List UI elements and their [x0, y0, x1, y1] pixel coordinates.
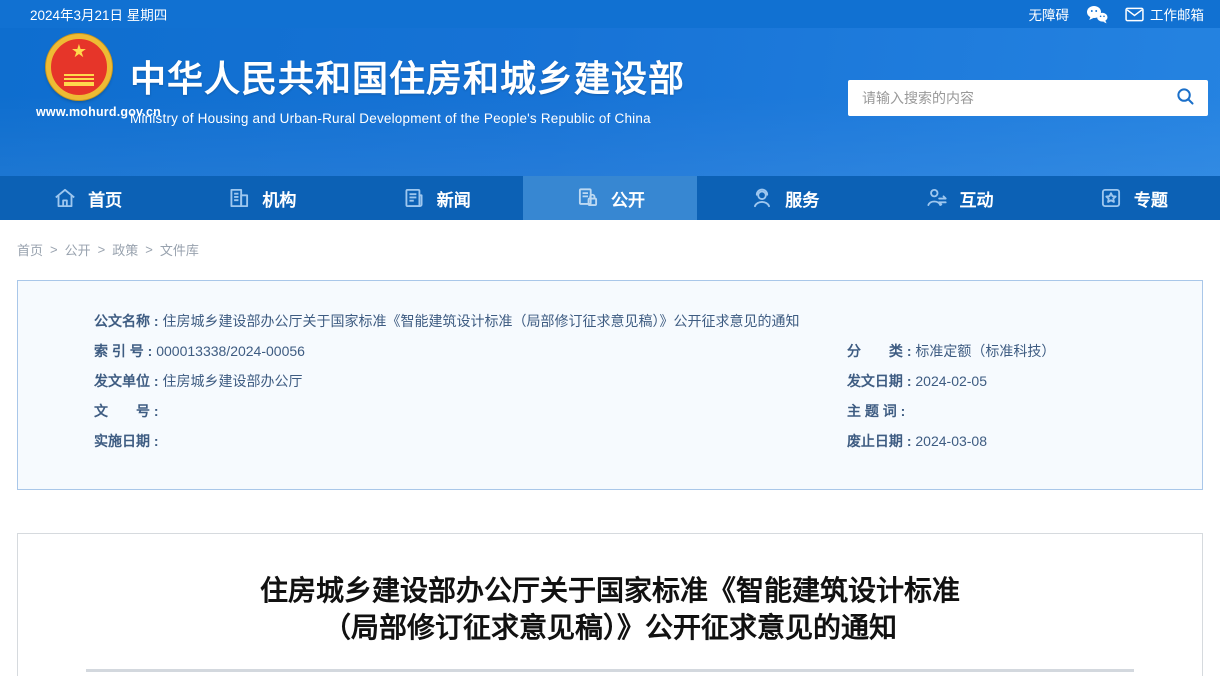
label-colon: :: [903, 343, 915, 359]
breadcrumb-separator: >: [50, 242, 58, 257]
topbar-links: 无障碍: [1029, 4, 1205, 24]
article-content-box: 住房城乡建设部办公厅关于国家标准《智能建筑设计标准 （局部修订征求意见稿）》公开…: [17, 533, 1203, 676]
nav-label: 服务: [785, 186, 819, 211]
implementation-date-label: 实施日期: [94, 433, 150, 449]
site-subtitle-en: Ministry of Housing and Urban-Rural Deve…: [130, 111, 685, 126]
title-divider: [86, 669, 1134, 672]
issue-date-label: 发文日期: [847, 373, 903, 389]
nav-item-services[interactable]: 服务: [697, 176, 871, 220]
breadcrumb-document-library: 文件库: [160, 240, 199, 259]
repeal-date-label: 废止日期: [847, 433, 903, 449]
repeal-date-row: 废止日期 : 2024-03-08: [847, 426, 1162, 456]
search-input[interactable]: [848, 80, 1162, 116]
envelope-icon: [1125, 7, 1144, 22]
doc-name-label: 公文名称: [94, 313, 150, 329]
label-colon: :: [903, 373, 915, 389]
issue-date-row: 发文日期 : 2024-02-05: [847, 366, 1162, 396]
breadcrumb-disclosure[interactable]: 公开: [65, 240, 91, 259]
label-colon: :: [150, 313, 162, 329]
issuing-unit-value: 住房城乡建设部办公厅: [162, 373, 302, 389]
repeal-date-value: 2024-03-08: [915, 433, 987, 449]
nav-item-news[interactable]: 新闻: [349, 176, 523, 220]
breadcrumb-policy[interactable]: 政策: [112, 240, 138, 259]
doc-name-value: 住房城乡建设部办公厅关于国家标准《智能建筑设计标准（局部修订征求意见稿）》公开征…: [162, 313, 799, 329]
index-number-label: 索 引 号: [94, 343, 144, 359]
nav-item-disclosure[interactable]: 公开: [523, 176, 697, 220]
label-colon: :: [903, 433, 915, 449]
implementation-date-row: 实施日期 :: [94, 426, 847, 456]
issuing-unit-row: 发文单位 : 住房城乡建设部办公厅: [94, 366, 847, 396]
work-mailbox-link[interactable]: 工作邮箱: [1125, 4, 1204, 24]
issue-date-value: 2024-02-05: [915, 373, 987, 389]
interaction-icon: [924, 185, 950, 211]
emblem-gate-icon: [64, 74, 94, 86]
nav-label: 机构: [262, 186, 296, 211]
site-banner: ★ www.mohurd.gov.cn 中华人民共和国住房和城乡建设部 Mini…: [0, 28, 1220, 176]
category-label: 分 类: [847, 343, 903, 359]
search-button[interactable]: [1162, 80, 1208, 116]
top-utility-bar: 2024年3月21日 星期四 无障碍: [0, 0, 1220, 28]
national-emblem-icon: ★: [46, 34, 112, 100]
nav-item-home[interactable]: 首页: [0, 176, 174, 220]
organization-icon: [226, 185, 252, 211]
news-icon: [401, 185, 427, 211]
doc-info-right-column: 分 类 : 标准定额（标准科技） 发文日期 : 2024-02-05 主 题 词…: [847, 336, 1162, 456]
wechat-link[interactable]: [1085, 4, 1109, 24]
label-colon: :: [150, 403, 162, 419]
document-number-label: 文 号: [94, 403, 150, 419]
nav-label: 专题: [1134, 186, 1168, 211]
nav-label: 公开: [611, 186, 645, 211]
issuing-unit-label: 发文单位: [94, 373, 150, 389]
index-number-value: 000013338/2024-00056: [156, 343, 305, 359]
main-nav: 首页 机构 新闻: [0, 176, 1220, 220]
disclosure-icon: [575, 185, 601, 211]
nav-label: 互动: [960, 186, 994, 211]
keywords-label: 主 题 词: [847, 403, 897, 419]
doc-name-row: 公文名称 : 住房城乡建设部办公厅关于国家标准《智能建筑设计标准（局部修订征求意…: [94, 306, 1162, 336]
wechat-icon: [1085, 4, 1109, 24]
category-value: 标准定额（标准科技）: [915, 343, 1055, 359]
breadcrumb-home[interactable]: 首页: [17, 240, 43, 259]
label-colon: :: [144, 343, 156, 359]
document-number-row: 文 号 :: [94, 396, 847, 426]
breadcrumb: 首页 > 公开 > 政策 > 文件库: [0, 220, 1220, 257]
services-icon: [749, 185, 775, 211]
search-box: [848, 80, 1208, 116]
accessibility-link[interactable]: 无障碍: [1029, 4, 1070, 24]
category-row: 分 类 : 标准定额（标准科技）: [847, 336, 1162, 366]
document-info-box: 公文名称 : 住房城乡建设部办公厅关于国家标准《智能建筑设计标准（局部修订征求意…: [17, 280, 1203, 490]
home-icon: [52, 185, 78, 211]
nav-item-interaction[interactable]: 互动: [871, 176, 1045, 220]
site-url: www.mohurd.gov.cn: [36, 105, 122, 119]
nav-item-topics[interactable]: 专题: [1046, 176, 1220, 220]
work-mailbox-label: 工作邮箱: [1150, 4, 1204, 24]
label-colon: :: [150, 373, 162, 389]
keywords-row: 主 题 词 :: [847, 396, 1162, 426]
nav-item-organization[interactable]: 机构: [174, 176, 348, 220]
site-title: 中华人民共和国住房和城乡建设部: [130, 50, 685, 102]
site-logo[interactable]: ★ www.mohurd.gov.cn: [36, 34, 122, 119]
nav-label: 首页: [88, 186, 122, 211]
doc-info-left-column: 索 引 号 : 000013338/2024-00056 发文单位 : 住房城乡…: [94, 336, 847, 456]
emblem-star-icon: ★: [71, 42, 87, 60]
site-title-block[interactable]: 中华人民共和国住房和城乡建设部 Ministry of Housing and …: [130, 50, 685, 126]
current-date: 2024年3月21日 星期四: [30, 4, 167, 24]
breadcrumb-separator: >: [145, 242, 153, 257]
accessibility-label: 无障碍: [1029, 4, 1070, 24]
nav-label: 新闻: [437, 186, 471, 211]
topics-icon: [1098, 185, 1124, 211]
doc-info-columns: 索 引 号 : 000013338/2024-00056 发文单位 : 住房城乡…: [94, 336, 1162, 456]
label-colon: :: [150, 433, 162, 449]
breadcrumb-separator: >: [98, 242, 106, 257]
label-colon: :: [897, 403, 909, 419]
index-number-row: 索 引 号 : 000013338/2024-00056: [94, 336, 847, 366]
article-title: 住房城乡建设部办公厅关于国家标准《智能建筑设计标准 （局部修订征求意见稿）》公开…: [18, 572, 1202, 646]
search-icon: [1174, 85, 1196, 112]
